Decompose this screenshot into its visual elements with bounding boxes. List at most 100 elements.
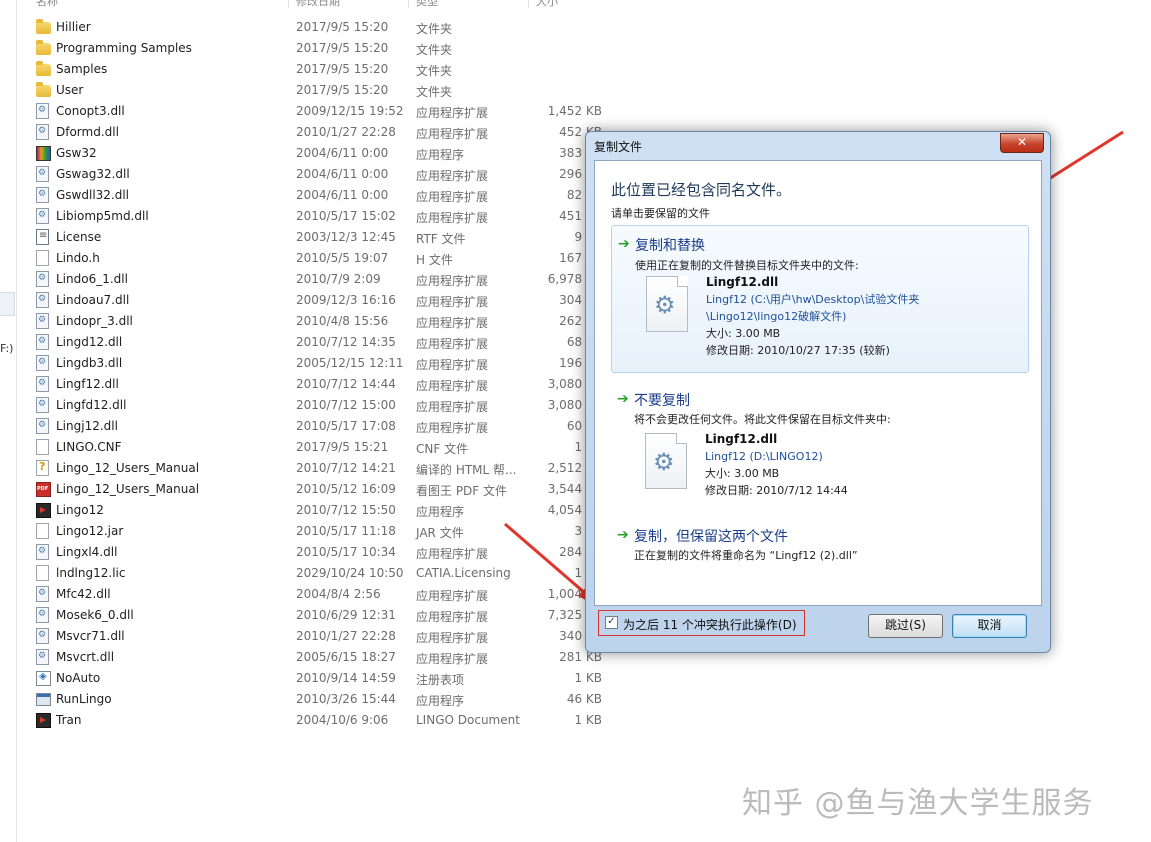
file-name: Gswdll32.dll <box>56 188 130 202</box>
file-row[interactable]: Lingo_12_Users_Manual 2010/5/12 16:09 看图王 … <box>0 479 620 500</box>
file-row[interactable]: Lingf12.dll2010/7/12 14:44应用程序扩展3,080 KB <box>0 374 620 395</box>
dialog-body: 此位置已经包含同名文件。 请单击要保留的文件 ➔ 复制和替换 使用正在复制的文件… <box>594 160 1042 606</box>
file-row[interactable]: Hillier 2017/9/5 15:20 文件夹 <box>0 17 620 38</box>
file-type: 应用程序扩展 <box>416 169 489 183</box>
file-row[interactable]: Lindo.h 2010/5/5 19:07 H 文件 167 KB <box>0 248 620 269</box>
file-row[interactable]: Samples 2017/9/5 15:20 文件夹 <box>0 59 620 80</box>
close-icon[interactable]: ✕ <box>1000 133 1044 153</box>
file-name: Hillier <box>56 20 91 34</box>
folder-file-icon <box>36 82 51 97</box>
watermark: 知乎 @鱼与渔大学生服务 <box>742 786 1094 821</box>
file-row[interactable]: Msvcrt.dll2005/6/15 18:27应用程序扩展281 KB <box>0 647 620 668</box>
doc-file-icon <box>36 250 49 266</box>
file-row[interactable]: Mosek6_0.dll2010/6/29 12:31应用程序扩展7,325 K… <box>0 605 620 626</box>
file-row[interactable]: Lingdb3.dll2005/12/15 12:11应用程序扩展196 KB <box>0 353 620 374</box>
file-name: Dformd.dll <box>56 125 119 139</box>
reg-file-icon <box>36 671 51 686</box>
option-do-not-copy[interactable]: ➔ 不要复制 将不会更改任何文件。将此文件保留在目标文件夹中: Lingf12.… <box>611 383 1027 497</box>
file-type: 应用程序扩展 <box>416 316 489 330</box>
file-date: 2010/1/27 22:28 <box>296 125 396 139</box>
file-row[interactable]: Gsw32 2004/6/11 0:00 应用程序 383 KB <box>0 143 620 164</box>
file-row[interactable]: NoAuto 2010/9/14 14:59 注册表项 1 KB <box>0 668 620 689</box>
dll-file-icon <box>646 276 688 332</box>
column-header-type[interactable]: 类型 <box>416 0 438 9</box>
file-date: 2010/5/5 19:07 <box>296 251 389 265</box>
file-row[interactable]: Lingfd12.dll2010/7/12 15:00应用程序扩展3,080 K… <box>0 395 620 416</box>
copy-file-dialog: 复制文件 ✕ 此位置已经包含同名文件。 请单击要保留的文件 ➔ 复制和替换 使用… <box>585 131 1051 653</box>
file-row[interactable]: License2003/12/3 12:45RTF 文件9 KB <box>0 227 620 248</box>
file-row[interactable]: Dformd.dll2010/1/27 22:28应用程序扩展452 KB <box>0 122 620 143</box>
file-date: 2010/4/8 15:56 <box>296 314 389 328</box>
file-row[interactable]: Lingo12.jar2010/5/17 11:18JAR 文件3 KB <box>0 521 620 542</box>
file-name: Lingfd12.dll <box>56 398 127 412</box>
file-row[interactable]: Lindoau7.dll2009/12/3 16:16应用程序扩展304 KB <box>0 290 620 311</box>
file-type: 注册表项 <box>416 673 465 687</box>
file-type: 编译的 HTML 帮... <box>416 463 517 477</box>
file-name: Lingf12.dll <box>56 377 119 391</box>
file-row[interactable]: Lingo_12_Users_Manual 2010/7/12 14:21 编译的 … <box>0 458 620 479</box>
file-name: Lindopr_3.dll <box>56 314 133 328</box>
dll-file-icon <box>36 334 49 350</box>
file-name: Mfc42.dll <box>56 587 111 601</box>
option-copy-keep-both[interactable]: ➔ 复制，但保留这两个文件 正在复制的文件将重命名为 “Lingf12 (2).… <box>611 519 1027 569</box>
apply-to-all-checkbox[interactable]: ✓ 为之后 11 个冲突执行此操作(D) <box>598 610 805 636</box>
option-description: 正在复制的文件将重命名为 “Lingf12 (2).dll” <box>634 549 858 562</box>
file-type: CNF 文件 <box>416 442 469 456</box>
file-row[interactable]: Lindopr_3.dll2010/4/8 15:56应用程序扩展262 KB <box>0 311 620 332</box>
file-row[interactable]: User 2017/9/5 15:20 文件夹 <box>0 80 620 101</box>
file-name: Lindo6_1.dll <box>56 272 128 286</box>
exe-file-icon <box>36 503 51 518</box>
checkbox-checked-icon[interactable]: ✓ <box>605 616 618 629</box>
file-date: 2010/7/9 2:09 <box>296 272 381 286</box>
column-header-name[interactable]: 名称 <box>36 0 58 9</box>
file-type: 应用程序扩展 <box>416 274 489 288</box>
file-row[interactable]: Libiomp5md.dll2010/5/17 15:02应用程序扩展451 K… <box>0 206 620 227</box>
file-row[interactable]: Lingd12.dll2010/7/12 14:35应用程序扩展68 KB <box>0 332 620 353</box>
file-row[interactable]: Tran 2004/10/6 9:06 LINGO Document 1 KB <box>0 710 620 731</box>
file-row[interactable]: Gswdll32.dll2004/6/11 0:00应用程序扩展82 KB <box>0 185 620 206</box>
column-separator[interactable] <box>288 0 289 8</box>
folder-file-icon <box>36 61 51 76</box>
column-header-date[interactable]: 修改日期 <box>296 0 340 9</box>
file-row[interactable]: Conopt3.dll 2009/12/15 19:52 应用程序扩展 1,452 K… <box>0 101 620 122</box>
file-row[interactable]: Lingxl4.dll2010/5/17 10:34应用程序扩展284 KB <box>0 542 620 563</box>
column-separator[interactable] <box>528 0 529 8</box>
file-name: Lingf12.dll <box>706 275 779 289</box>
file-name: Lindoau7.dll <box>56 293 130 307</box>
cancel-button[interactable]: 取消 <box>952 614 1027 638</box>
column-header-size[interactable]: 大小 <box>536 0 558 9</box>
file-path-continued: \Lingo12\lingo12破解文件) <box>706 310 847 323</box>
option-copy-and-replace[interactable]: ➔ 复制和替换 使用正在复制的文件替换目标文件夹中的文件: Lingf12.dl… <box>611 225 1029 373</box>
file-name: Lingo_12_Users_Manual <box>56 482 200 496</box>
file-row[interactable]: Programming Samples 2017/9/5 15:20 文件夹 <box>0 38 620 59</box>
file-row[interactable]: Lindo6_1.dll2010/7/9 2:09应用程序扩展6,978 KB <box>0 269 620 290</box>
file-name: Lingo_12_Users_Manual <box>56 461 200 475</box>
dll-file-icon <box>36 292 49 308</box>
file-type: H 文件 <box>416 253 453 267</box>
file-type: 应用程序 <box>416 148 465 162</box>
file-type: 应用程序扩展 <box>416 295 489 309</box>
app-file-icon <box>36 693 51 706</box>
file-type: 文件夹 <box>416 64 453 78</box>
file-row[interactable]: LINGO.CNF2017/9/5 15:21CNF 文件1 KB <box>0 437 620 458</box>
column-separator[interactable] <box>408 0 409 8</box>
file-row[interactable]: Mfc42.dll2004/8/4 2:56应用程序扩展1,004 KB <box>0 584 620 605</box>
option-title: 不要复制 <box>634 393 690 409</box>
file-row[interactable]: RunLingo 2010/3/26 15:44 应用程序 46 KB <box>0 689 620 710</box>
file-row[interactable]: Gswag32.dll2004/6/11 0:00应用程序扩展296 KB <box>0 164 620 185</box>
file-name: Lingdb3.dll <box>56 356 123 370</box>
apply-to-all-label[interactable]: 为之后 11 个冲突执行此操作(D) <box>623 616 797 633</box>
skip-button[interactable]: 跳过(S) <box>868 614 943 638</box>
green-arrow-icon: ➔ <box>618 236 630 252</box>
file-row[interactable]: lndlng12.lic 2029/10/24 10:50 CATIA.Licens… <box>0 563 620 584</box>
option-title: 复制，但保留这两个文件 <box>634 529 788 545</box>
file-date: 2010/6/29 12:31 <box>296 608 396 622</box>
file-row[interactable]: Lingj12.dll2010/5/17 17:08应用程序扩展60 KB <box>0 416 620 437</box>
file-row[interactable]: Msvcr71.dll2010/1/27 22:28应用程序扩展340 KB <box>0 626 620 647</box>
file-date: 2009/12/3 16:16 <box>296 293 396 307</box>
file-row[interactable]: Lingo12 2010/7/12 15:50 应用程序 4,054 KB <box>0 500 620 521</box>
dll-file-icon <box>36 376 49 392</box>
file-type: 文件夹 <box>416 43 453 57</box>
file-size: 46 KB <box>566 692 602 706</box>
file-type: 应用程序扩展 <box>416 337 489 351</box>
